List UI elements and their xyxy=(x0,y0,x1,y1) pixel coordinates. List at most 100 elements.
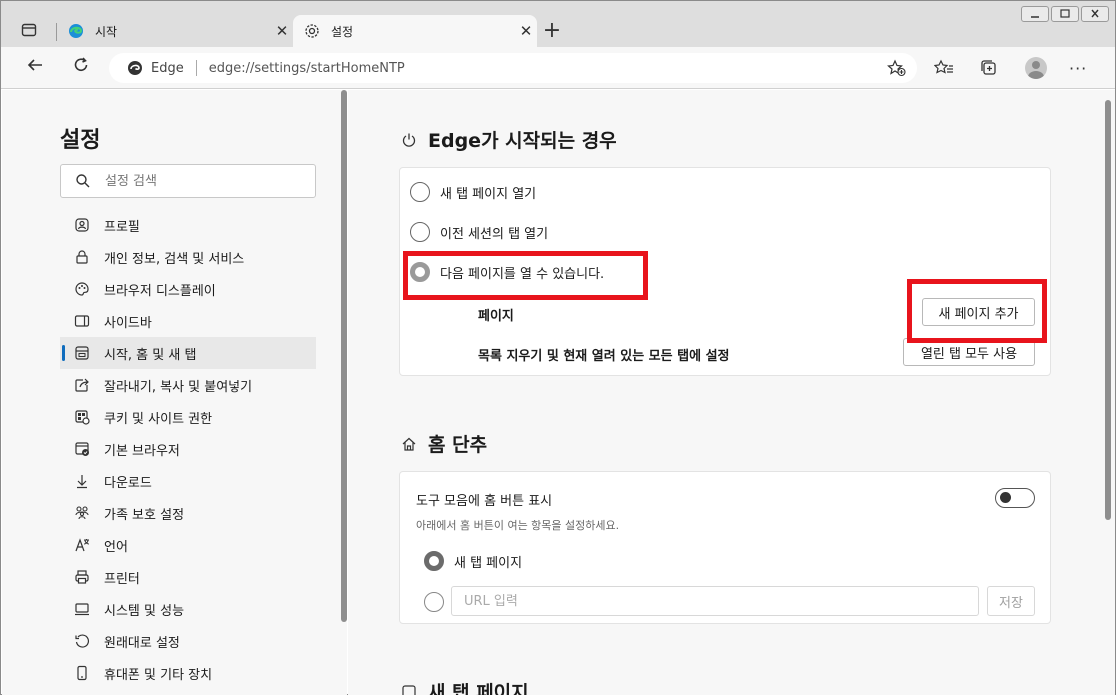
home-icon xyxy=(400,435,418,453)
sidebar-item-reset[interactable]: 원래대로 설정 xyxy=(60,625,316,657)
tab-close-icon[interactable]: ✕ xyxy=(271,22,293,40)
gear-icon xyxy=(303,22,321,40)
radio-button-selected[interactable] xyxy=(424,551,444,571)
profile-icon xyxy=(74,217,90,233)
lock-icon xyxy=(74,249,90,265)
tab-settings[interactable]: 설정 ✕ xyxy=(293,15,537,47)
sidebar-item-share[interactable]: 잘라내기, 복사 및 붙여넣기 xyxy=(60,369,316,401)
new-tab-section-icon xyxy=(400,683,418,695)
search-input[interactable] xyxy=(105,173,305,189)
sidebar-item-system[interactable]: 시스템 및 성능 xyxy=(60,593,316,625)
sidebar-item-label: 쿠키 및 사이트 권한 xyxy=(104,411,213,427)
radio-button[interactable] xyxy=(424,592,444,612)
default-browser-icon xyxy=(74,441,90,457)
home-card: 도구 모음에 홈 버튼 표시 아래에서 홈 버튼이 여는 항목을 설정하세요. … xyxy=(399,471,1051,624)
main-scrollbar[interactable] xyxy=(1105,100,1111,520)
option-label: 새 탭 페이지 xyxy=(454,555,523,571)
sidebar-item-appearance[interactable]: 브라우저 디스플레이 xyxy=(60,273,316,305)
power-icon xyxy=(400,131,418,149)
address-bar[interactable]: Edge edge://settings/startHomeNTP xyxy=(109,53,917,83)
tab-strip: 시작 ✕ 설정 ✕ + xyxy=(1,1,1115,47)
url-text[interactable]: edge://settings/startHomeNTP xyxy=(209,61,405,76)
sidebar-item-label: 사이드바 xyxy=(104,315,152,331)
sidebar-item-cookies[interactable]: 쿠키 및 사이트 권한 xyxy=(60,401,316,433)
address-toolbar: Edge edge://settings/startHomeNTP ··· xyxy=(1,47,1115,89)
system-icon xyxy=(74,601,90,617)
startup-option-new-tab[interactable]: 새 탭 페이지 열기 xyxy=(410,182,536,202)
sidebar-item-label: 잘라내기, 복사 및 붙여넣기 xyxy=(104,379,253,395)
palette-icon xyxy=(74,281,90,297)
save-button[interactable]: 저장 xyxy=(987,586,1035,616)
sidebar-item-label: 다운로드 xyxy=(104,475,152,491)
home-section-title: 홈 단추 xyxy=(400,430,487,457)
radio-button[interactable] xyxy=(410,222,430,242)
reset-icon xyxy=(74,633,90,649)
sidebar-item-label: 프로필 xyxy=(104,219,140,235)
sidebar-item-privacy[interactable]: 개인 정보, 검색 및 서비스 xyxy=(60,241,316,273)
tab-close-icon[interactable]: ✕ xyxy=(515,22,537,40)
home-url-input[interactable] xyxy=(451,586,979,616)
favorites-icon[interactable] xyxy=(933,57,955,79)
settings-search[interactable] xyxy=(60,164,316,198)
phone-icon xyxy=(74,665,90,681)
collections-icon[interactable] xyxy=(978,57,1000,79)
sidebar-item-label: 시스템 및 성능 xyxy=(104,603,185,619)
tab-title: 시작 xyxy=(95,24,118,39)
edge-logo-icon xyxy=(127,60,143,76)
option-label: 이전 세션의 탭 열기 xyxy=(440,226,549,242)
minimize-button[interactable] xyxy=(1021,6,1049,22)
home-toggle-label: 도구 모음에 홈 버튼 표시 xyxy=(416,494,553,509)
search-icon xyxy=(75,173,91,189)
add-favorite-icon[interactable] xyxy=(887,59,907,81)
printer-icon xyxy=(74,569,90,585)
sidebar-item-label: 개인 정보, 검색 및 서비스 xyxy=(104,251,245,267)
home-option-url[interactable] xyxy=(424,592,454,612)
tab-start[interactable]: 시작 ✕ xyxy=(57,15,293,47)
pages-label: 페이지 xyxy=(478,309,514,324)
share-icon xyxy=(74,377,90,393)
sidebar-icon xyxy=(74,313,90,329)
sidebar-item-label: 시작, 홈 및 새 탭 xyxy=(104,347,197,363)
sidebar-item-printers[interactable]: 프린터 xyxy=(60,561,316,593)
clear-list-label: 목록 지우기 및 현재 열려 있는 모든 탭에 설정 xyxy=(478,349,730,364)
startup-option-previous-session[interactable]: 이전 세션의 탭 열기 xyxy=(410,222,548,242)
more-menu-icon[interactable]: ··· xyxy=(1069,59,1087,78)
sidebar-item-downloads[interactable]: 다운로드 xyxy=(60,465,316,497)
profile-avatar[interactable] xyxy=(1025,57,1047,79)
back-arrow-icon[interactable] xyxy=(23,56,47,80)
cookie-icon xyxy=(74,409,90,425)
home-option-new-tab[interactable]: 새 탭 페이지 xyxy=(424,551,522,571)
sidebar-item-profile[interactable]: 프로필 xyxy=(60,209,316,241)
sidebar-item-label: 기본 브라우저 xyxy=(104,443,180,459)
home-sub-label: 아래에서 홈 버튼이 여는 항목을 설정하세요. xyxy=(416,519,620,532)
sidebar-item-sidebar[interactable]: 사이드바 xyxy=(60,305,316,337)
sidebar-item-family[interactable]: 가족 보호 설정 xyxy=(60,497,316,529)
highlight-box-specific-pages xyxy=(403,251,648,300)
home-button-toggle[interactable] xyxy=(995,488,1035,508)
option-label: 새 탭 페이지 열기 xyxy=(440,186,537,202)
sidebar-item-default-browser[interactable]: 기본 브라우저 xyxy=(60,433,316,465)
sidebar-item-start-home[interactable]: 시작, 홈 및 새 탭 xyxy=(60,337,316,369)
new-tab-button[interactable]: + xyxy=(539,19,565,45)
sidebar-item-label: 가족 보호 설정 xyxy=(104,507,185,523)
maximize-button[interactable] xyxy=(1051,6,1079,22)
radio-button[interactable] xyxy=(410,182,430,202)
sidebar-scrollbar[interactable] xyxy=(341,90,347,622)
window-controls xyxy=(1021,6,1109,22)
sidebar-item-label: 원래대로 설정 xyxy=(104,635,180,651)
refresh-icon[interactable] xyxy=(69,56,93,80)
sidebar-item-label: 휴대폰 및 기타 장치 xyxy=(104,667,213,683)
omnibox-divider xyxy=(195,60,197,76)
settings-nav: 프로필 개인 정보, 검색 및 서비스 브라우저 디스플레이 사이드바 시작, … xyxy=(60,209,316,689)
family-icon xyxy=(74,505,90,521)
new-tab-title-text: 새 탭 페이지 xyxy=(428,682,529,695)
highlight-box-add-page xyxy=(907,279,1047,343)
home-title-text: 홈 단추 xyxy=(428,434,488,456)
tab-actions-icon[interactable] xyxy=(21,22,45,42)
language-icon xyxy=(74,537,90,553)
close-window-button[interactable] xyxy=(1081,6,1109,22)
sidebar-item-label: 프린터 xyxy=(104,571,140,587)
sidebar-item-phone[interactable]: 휴대폰 및 기타 장치 xyxy=(60,657,316,689)
edge-icon xyxy=(67,22,85,40)
sidebar-item-languages[interactable]: 언어 xyxy=(60,529,316,561)
